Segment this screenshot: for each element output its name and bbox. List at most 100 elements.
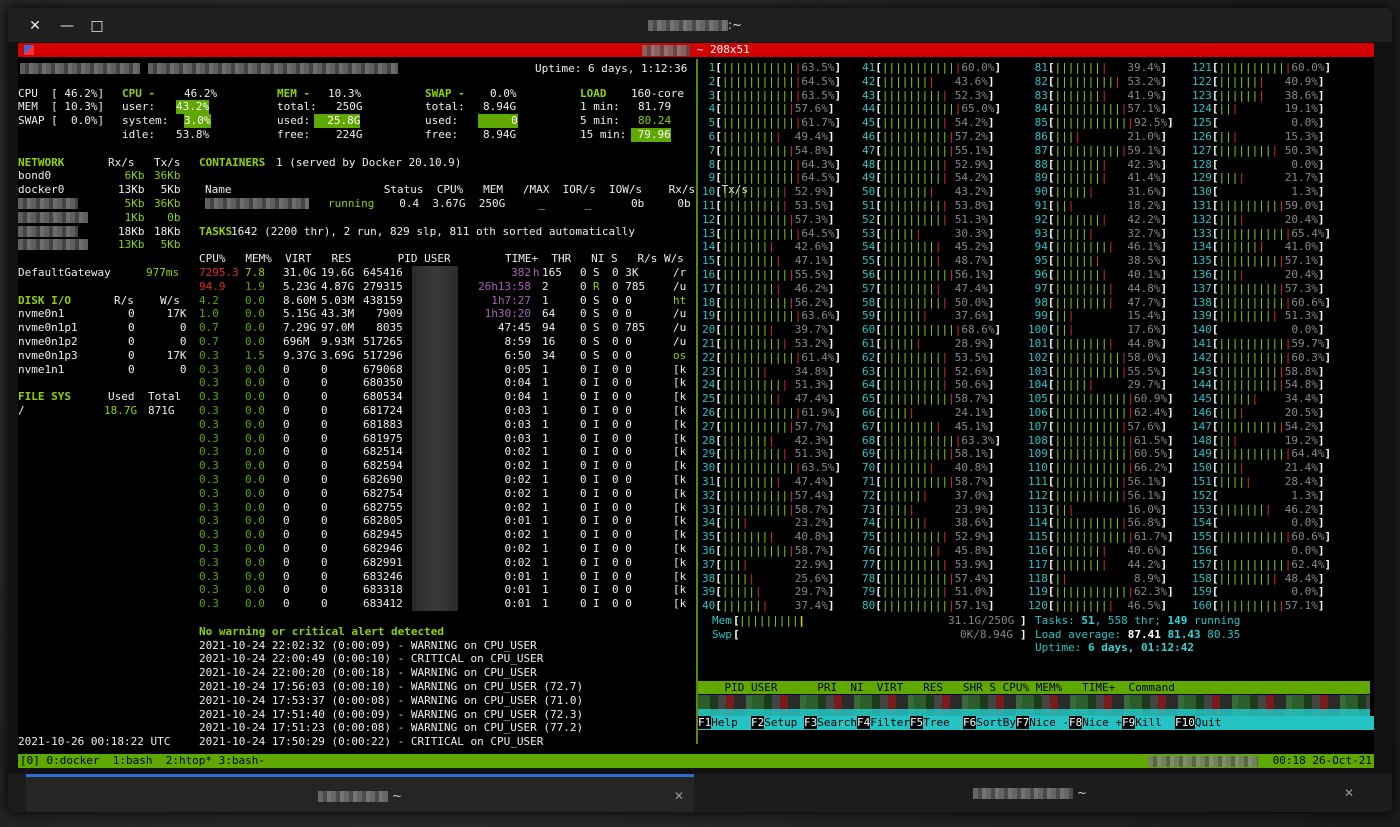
proc-state[interactable]: I bbox=[593, 501, 600, 515]
proc-cpu[interactable]: 0.3 bbox=[199, 528, 219, 542]
proc-cpu[interactable]: 0.3 bbox=[199, 583, 219, 597]
proc-state[interactable]: I bbox=[593, 404, 600, 418]
proc-cpu[interactable]: 0.3 bbox=[199, 404, 219, 418]
minimize-window-icon[interactable]: — bbox=[58, 17, 76, 35]
proc-io[interactable]: 0 0 bbox=[612, 445, 632, 459]
fkey-label[interactable]: Kill bbox=[1135, 716, 1175, 729]
fkey-f1[interactable]: F1 bbox=[698, 716, 712, 729]
proc-state[interactable]: I bbox=[593, 570, 600, 584]
proc-cpu[interactable]: 0.3 bbox=[199, 501, 219, 515]
proc-thr[interactable]: 1 bbox=[542, 418, 549, 432]
proc-res[interactable]: 0 bbox=[321, 445, 328, 459]
proc-pid[interactable]: 517296 bbox=[363, 349, 403, 363]
proc-thr[interactable]: 1 bbox=[542, 363, 549, 377]
proc-cpu[interactable]: 0.3 bbox=[199, 459, 219, 473]
proc-cmd[interactable]: /r bbox=[673, 266, 686, 280]
fkey-f3[interactable]: F3 bbox=[804, 716, 818, 729]
proc-ni[interactable]: 0 bbox=[580, 349, 587, 363]
proc-cmd[interactable]: [k bbox=[673, 583, 686, 597]
proc-res[interactable]: 0 bbox=[321, 376, 328, 390]
fkey-label[interactable]: Search bbox=[817, 716, 857, 729]
tmux-window-list[interactable]: [0] 0:docker 1:bash 2:htop* 3:bash- bbox=[20, 754, 265, 768]
proc-mem[interactable]: 0.0 bbox=[245, 321, 265, 335]
proc-state[interactable]: I bbox=[593, 597, 600, 611]
proc-mem[interactable]: 0.0 bbox=[245, 583, 265, 597]
proc-mem[interactable]: 0.0 bbox=[245, 597, 265, 611]
fkey-label[interactable]: SortBy bbox=[976, 716, 1016, 729]
proc-time[interactable]: 0:01 bbox=[478, 514, 531, 528]
proc-ni[interactable]: 0 bbox=[580, 597, 587, 611]
proc-io[interactable]: 0 0 bbox=[612, 556, 632, 570]
proc-ni[interactable]: 0 bbox=[580, 321, 587, 335]
proc-ni[interactable]: 0 bbox=[580, 294, 587, 308]
proc-state[interactable]: I bbox=[593, 473, 600, 487]
proc-virt[interactable]: 0 bbox=[283, 432, 290, 446]
proc-cpu[interactable]: 1.0 bbox=[199, 307, 219, 321]
proc-thr[interactable]: 1 bbox=[542, 528, 549, 542]
proc-thr[interactable]: 1 bbox=[542, 556, 549, 570]
proc-res[interactable]: 5.03M bbox=[321, 294, 354, 308]
proc-state[interactable]: I bbox=[593, 376, 600, 390]
proc-thr[interactable]: 94 bbox=[542, 321, 555, 335]
proc-time[interactable]: 0:02 bbox=[478, 528, 531, 542]
proc-thr[interactable]: 16 bbox=[542, 335, 555, 349]
proc-res[interactable]: 0 bbox=[321, 473, 328, 487]
proc-pid[interactable]: 681724 bbox=[363, 404, 403, 418]
proc-ni[interactable]: 0 bbox=[580, 542, 587, 556]
proc-thr[interactable]: 1 bbox=[542, 459, 549, 473]
tab-2-close-icon[interactable]: ✕ bbox=[1342, 786, 1356, 800]
proc-ni[interactable]: 0 bbox=[580, 459, 587, 473]
proc-state[interactable]: I bbox=[593, 528, 600, 542]
proc-io[interactable]: 0 0 bbox=[612, 597, 632, 611]
fkey-label[interactable]: Filter bbox=[870, 716, 910, 729]
proc-cpu[interactable]: 0.3 bbox=[199, 514, 219, 528]
proc-ni[interactable]: 0 bbox=[580, 266, 587, 280]
proc-res[interactable]: 0 bbox=[321, 597, 328, 611]
proc-io[interactable]: 0 0 bbox=[612, 583, 632, 597]
htop-process-header[interactable]: PID USER PRI NI VIRT RES SHR S CPU% MEM%… bbox=[698, 681, 1370, 694]
proc-io[interactable]: 0 0 bbox=[612, 514, 632, 528]
fkey-label[interactable]: Nice - bbox=[1029, 716, 1069, 729]
proc-time[interactable]: 0:02 bbox=[478, 542, 531, 556]
proc-virt[interactable]: 0 bbox=[283, 583, 290, 597]
proc-state[interactable]: S bbox=[593, 307, 600, 321]
proc-virt[interactable]: 0 bbox=[283, 376, 290, 390]
proc-ni[interactable]: 0 bbox=[580, 570, 587, 584]
fkey-f6[interactable]: F6 bbox=[963, 716, 977, 729]
proc-pid[interactable]: 7909 bbox=[363, 307, 403, 321]
proc-cmd[interactable]: ht bbox=[673, 294, 686, 308]
proc-virt[interactable]: 0 bbox=[283, 404, 290, 418]
proc-virt[interactable]: 0 bbox=[283, 418, 290, 432]
proc-cpu[interactable]: 0.3 bbox=[199, 473, 219, 487]
proc-mem[interactable]: 1.9 bbox=[245, 280, 265, 294]
proc-mem[interactable]: 0.0 bbox=[245, 432, 265, 446]
proc-io[interactable]: 0 0 bbox=[612, 294, 632, 308]
tab-1[interactable]: ~ ✕ bbox=[26, 774, 694, 812]
proc-cmd[interactable]: [k bbox=[673, 418, 686, 432]
proc-time[interactable]: 0:02 bbox=[478, 501, 531, 515]
proc-mem[interactable]: 0.0 bbox=[245, 487, 265, 501]
proc-state[interactable]: S bbox=[593, 321, 600, 335]
proc-pid[interactable]: 682945 bbox=[363, 528, 403, 542]
proc-io[interactable]: 0 0 bbox=[612, 349, 632, 363]
proc-virt[interactable]: 5.23G bbox=[283, 280, 316, 294]
fkey-f7[interactable]: F7 bbox=[1016, 716, 1030, 729]
proc-cpu[interactable]: 0.3 bbox=[199, 570, 219, 584]
proc-ni[interactable]: 0 bbox=[580, 280, 587, 294]
proc-pid[interactable]: 683412 bbox=[363, 597, 403, 611]
proc-ni[interactable]: 0 bbox=[580, 404, 587, 418]
proc-virt[interactable]: 0 bbox=[283, 570, 290, 584]
proc-thr[interactable]: 1 bbox=[542, 432, 549, 446]
proc-pid[interactable]: 683246 bbox=[363, 570, 403, 584]
proc-pid[interactable]: 680350 bbox=[363, 376, 403, 390]
proc-pid[interactable]: 438159 bbox=[363, 294, 403, 308]
proc-mem[interactable]: 0.0 bbox=[245, 556, 265, 570]
tab-2[interactable]: ~ ✕ bbox=[696, 774, 1364, 812]
proc-io[interactable]: 0 0 bbox=[612, 404, 632, 418]
proc-ni[interactable]: 0 bbox=[580, 473, 587, 487]
proc-ni[interactable]: 0 bbox=[580, 376, 587, 390]
proc-time[interactable]: 1h7:27 bbox=[478, 294, 531, 308]
tab-1-close-icon[interactable]: ✕ bbox=[672, 789, 686, 803]
proc-virt[interactable]: 9.37G bbox=[283, 349, 316, 363]
proc-io[interactable]: 0 3K bbox=[612, 266, 639, 280]
